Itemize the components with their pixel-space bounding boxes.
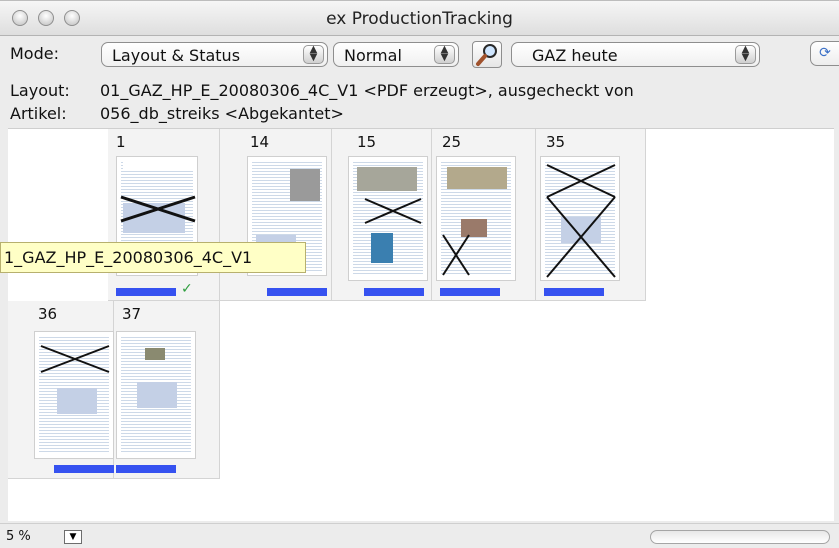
layout-tooltip: 1_GAZ_HP_E_20080306_4C_V1 xyxy=(0,242,306,273)
page-thumbnail[interactable] xyxy=(348,156,428,281)
status-bar xyxy=(364,288,424,296)
popup-arrows-icon: ▲ ▼ xyxy=(303,45,324,64)
view-popup[interactable]: Normal ▲ ▼ xyxy=(333,42,459,67)
page-thumbnail[interactable] xyxy=(34,331,114,459)
chevron-down-icon: ▼ xyxy=(69,532,77,542)
page-cell[interactable]: 36 xyxy=(8,301,114,479)
page-cell[interactable]: 1 ✓ xyxy=(108,129,220,301)
layout-info: Layout: 01_GAZ_HP_E_20080306_4C_V1 <PDF e… xyxy=(10,81,634,100)
page-number: 37 xyxy=(122,305,142,323)
page-cell[interactable]: 14 xyxy=(220,129,332,301)
mode-popup[interactable]: Layout & Status ▲ ▼ xyxy=(101,42,328,67)
zoom-level: 5 % xyxy=(6,529,31,544)
page-cell[interactable]: 25 xyxy=(432,129,536,301)
title-bar: ex ProductionTracking xyxy=(0,1,839,36)
page-cell[interactable]: 15 xyxy=(332,129,432,301)
rejected-x-icon xyxy=(40,345,110,373)
horizontal-scrollbar[interactable] xyxy=(650,530,830,544)
page-thumbnail[interactable] xyxy=(540,156,620,281)
view-value: Normal xyxy=(344,46,402,65)
article-value: 056_db_streiks <Abgekantet> xyxy=(100,104,344,123)
status-bar xyxy=(116,288,176,296)
page-number: 1 xyxy=(116,133,126,151)
magnifier-icon xyxy=(476,44,497,66)
status-bar xyxy=(544,288,604,296)
page-grid: 1 ✓ 14 15 25 35 36 37 xyxy=(8,128,834,521)
article-info: Artikel: 056_db_streiks <Abgekantet> xyxy=(10,104,344,123)
status-bar xyxy=(440,288,500,296)
page-thumbnail[interactable] xyxy=(116,331,196,459)
page-number: 36 xyxy=(38,305,58,323)
layout-value: 01_GAZ_HP_E_20080306_4C_V1 <PDF erzeugt>… xyxy=(100,81,634,100)
page-thumbnail[interactable] xyxy=(436,156,516,281)
mode-value: Layout & Status xyxy=(112,46,241,65)
check-icon: ✓ xyxy=(181,281,193,297)
article-label: Artikel: xyxy=(10,104,67,123)
popup-arrows-icon: ▲ ▼ xyxy=(735,45,756,64)
search-button[interactable] xyxy=(472,41,502,68)
page-number: 15 xyxy=(357,133,377,151)
zoom-dropdown[interactable]: ▼ xyxy=(64,530,82,544)
rejected-x-icon xyxy=(442,234,470,276)
page-cell[interactable]: 37 xyxy=(114,301,220,479)
status-bar-bottom: 5 % ▼ xyxy=(0,523,839,548)
refresh-icon: ⟳ xyxy=(819,45,831,61)
mode-label: Mode: xyxy=(10,44,59,63)
rejected-x-icon xyxy=(546,164,616,278)
status-bar xyxy=(54,465,114,473)
window-title: ex ProductionTracking xyxy=(326,9,513,29)
page-number: 25 xyxy=(442,133,462,151)
app-window: ex ProductionTracking Mode: Layout & Sta… xyxy=(0,0,839,548)
status-bar xyxy=(116,465,176,473)
layout-label: Layout: xyxy=(10,81,70,100)
page-number: 35 xyxy=(546,133,566,151)
publication-popup[interactable]: GAZ heute ▲ ▼ xyxy=(511,42,760,67)
page-cell[interactable]: 35 xyxy=(536,129,646,301)
refresh-button[interactable]: ⟳ xyxy=(810,41,839,66)
status-bar xyxy=(267,288,327,296)
rejected-x-icon xyxy=(364,198,422,224)
page-number: 14 xyxy=(250,133,270,151)
publication-value: GAZ heute xyxy=(532,46,618,65)
popup-arrows-icon: ▲ ▼ xyxy=(434,45,455,64)
